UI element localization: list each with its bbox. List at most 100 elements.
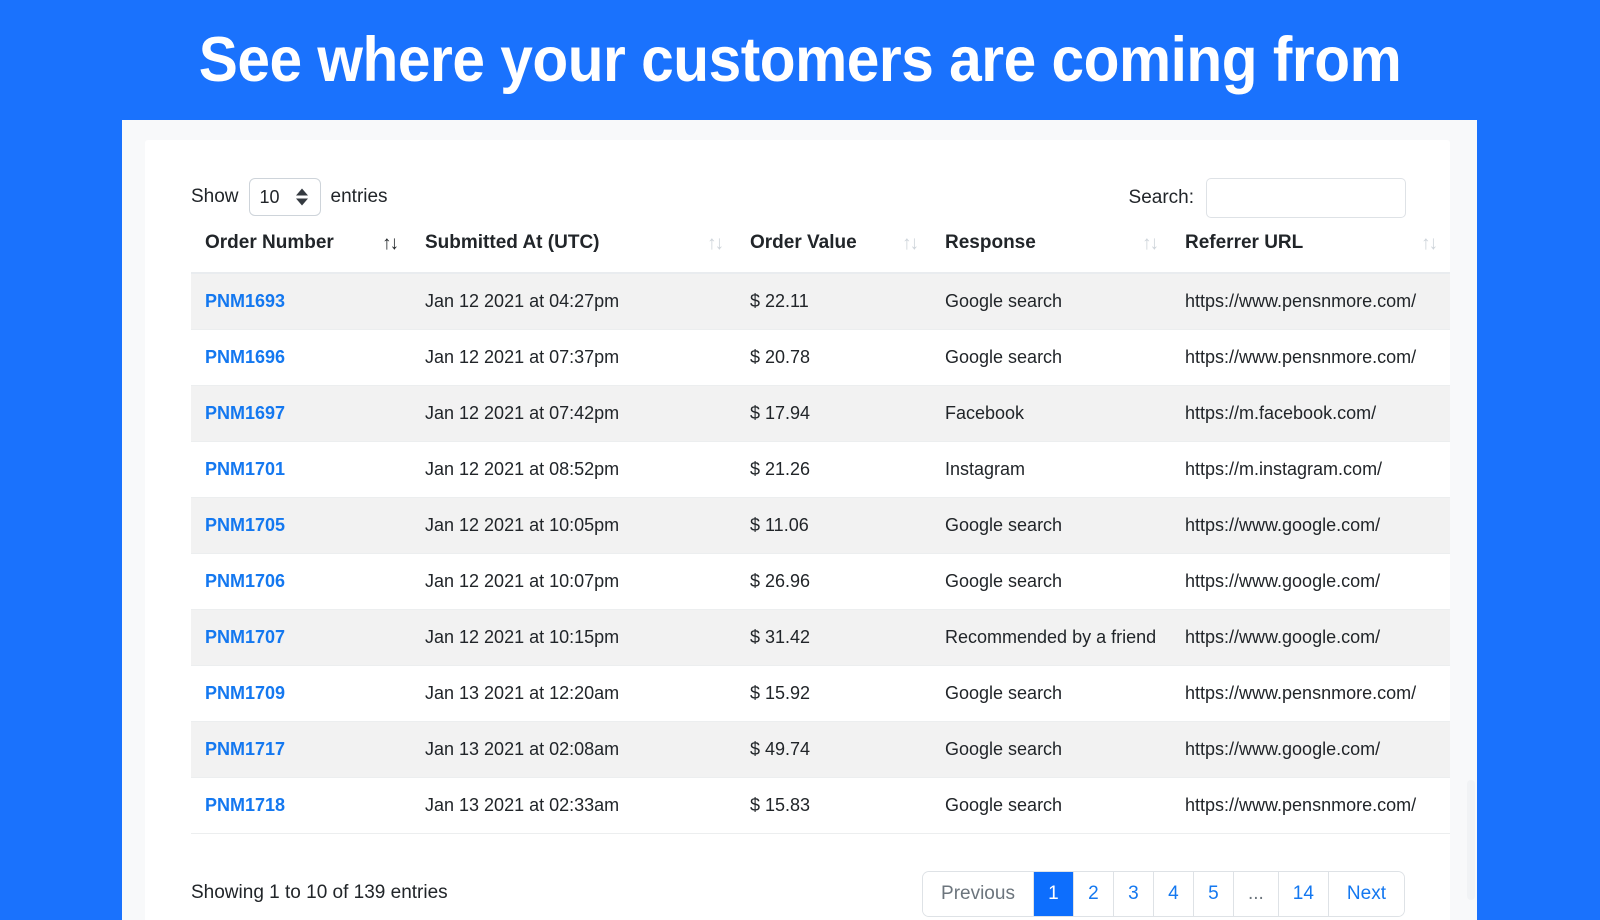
column-header-response[interactable]: Response ↑↓	[931, 220, 1171, 274]
cell-response: Google search	[931, 497, 1171, 554]
cell-response: Google search	[931, 273, 1171, 330]
cell-response: Google search	[931, 777, 1171, 834]
table-row: PNM1693 Jan 12 2021 at 04:27pm $ 22.11 Goog…	[191, 273, 1450, 330]
scrollbar-thumb[interactable]	[1467, 780, 1475, 900]
pagination-button-2[interactable]: 2	[1073, 872, 1114, 916]
cell-submitted-at: Jan 13 2021 at 12:20am	[411, 665, 736, 722]
column-label: Order Value	[750, 232, 857, 253]
column-header-referrer-url[interactable]: Referrer URL ↑↓	[1171, 220, 1450, 274]
entries-info: Showing 1 to 10 of 139 entries	[191, 882, 448, 903]
pagination-button-5[interactable]: 5	[1193, 872, 1234, 916]
cell-order-value: $ 15.92	[736, 665, 931, 722]
cell-order-number: PNM1706	[191, 553, 411, 610]
table-row: PNM1696 Jan 12 2021 at 07:37pm $ 20.78 Goog…	[191, 329, 1450, 386]
order-number-link[interactable]: PNM1709	[205, 683, 285, 703]
table-row: PNM1717 Jan 13 2021 at 02:08am $ 49.74 Goog…	[191, 721, 1450, 778]
cell-referrer-url: https://www.pensnmore.com/	[1171, 273, 1450, 330]
page-frame: Show 10 entries Search: Order Number ↑↓ …	[122, 120, 1477, 920]
cell-submitted-at: Jan 12 2021 at 10:15pm	[411, 609, 736, 666]
entries-length-control: Show 10 entries	[191, 178, 388, 216]
scrollbar-track[interactable]	[1463, 120, 1477, 920]
pagination-button-3[interactable]: 3	[1113, 872, 1154, 916]
sort-updown-icon[interactable]: ↑↓	[707, 234, 724, 253]
cell-submitted-at: Jan 12 2021 at 04:27pm	[411, 273, 736, 330]
cell-submitted-at: Jan 13 2021 at 02:33am	[411, 777, 736, 834]
datatable-body: Show 10 entries Search: Order Number ↑↓ …	[145, 140, 1450, 834]
cell-order-value: $ 22.11	[736, 273, 931, 330]
sort-updown-icon[interactable]: ↑↓	[902, 234, 919, 253]
cell-order-value: $ 11.06	[736, 497, 931, 554]
cell-order-value: $ 21.26	[736, 441, 931, 498]
orders-table: Order Number ↑↓ Submitted At (UTC) ↑↓ Or…	[191, 220, 1450, 834]
cell-order-value: $ 17.94	[736, 385, 931, 442]
cell-referrer-url: https://www.google.com/	[1171, 721, 1450, 778]
cell-response: Google search	[931, 329, 1171, 386]
cell-response: Google search	[931, 665, 1171, 722]
cell-referrer-url: https://www.pensnmore.com/	[1171, 777, 1450, 834]
cell-referrer-url: https://www.pensnmore.com/	[1171, 665, 1450, 722]
table-row: PNM1697 Jan 12 2021 at 07:42pm $ 17.94 Face…	[191, 385, 1450, 442]
table-body: PNM1693 Jan 12 2021 at 04:27pm $ 22.11 Goog…	[191, 273, 1450, 834]
cell-order-value: $ 20.78	[736, 329, 931, 386]
cell-referrer-url: https://www.google.com/	[1171, 497, 1450, 554]
order-number-link[interactable]: PNM1696	[205, 347, 285, 367]
cell-submitted-at: Jan 12 2021 at 07:37pm	[411, 329, 736, 386]
order-number-link[interactable]: PNM1693	[205, 291, 285, 311]
search-control: Search:	[1129, 178, 1406, 218]
pagination-button-next[interactable]: Next	[1328, 872, 1404, 916]
sort-updown-icon[interactable]: ↑↓	[1421, 234, 1438, 253]
cell-submitted-at: Jan 12 2021 at 10:07pm	[411, 553, 736, 610]
datatable-card: Show 10 entries Search: Order Number ↑↓ …	[145, 140, 1450, 920]
order-number-link[interactable]: PNM1707	[205, 627, 285, 647]
table-row: PNM1718 Jan 13 2021 at 02:33am $ 15.83 Goog…	[191, 777, 1450, 834]
entries-label: entries	[330, 186, 388, 207]
cell-order-number: PNM1707	[191, 609, 411, 666]
cell-order-value: $ 26.96	[736, 553, 931, 610]
order-number-link[interactable]: PNM1701	[205, 459, 285, 479]
pagination-button-previous[interactable]: Previous	[923, 872, 1034, 916]
cell-submitted-at: Jan 12 2021 at 07:42pm	[411, 385, 736, 442]
table-footer: Showing 1 to 10 of 139 entries Previous 1…	[145, 860, 1450, 920]
table-row: PNM1706 Jan 12 2021 at 10:07pm $ 26.96 Goog…	[191, 553, 1450, 610]
pagination: Previous 1 2 3 4 5... 14 Next	[923, 872, 1404, 916]
order-number-link[interactable]: PNM1718	[205, 795, 285, 815]
cell-order-value: $ 31.42	[736, 609, 931, 666]
column-header-order-value[interactable]: Order Value ↑↓	[736, 220, 931, 274]
pagination-button-4[interactable]: 4	[1153, 872, 1194, 916]
column-label: Order Number	[205, 232, 334, 253]
cell-order-number: PNM1701	[191, 441, 411, 498]
entries-per-page-select[interactable]: 10	[248, 178, 321, 216]
cell-response: Google search	[931, 553, 1171, 610]
column-label: Referrer URL	[1185, 232, 1304, 253]
column-label: Response	[945, 232, 1036, 253]
order-number-link[interactable]: PNM1705	[205, 515, 285, 535]
sort-updown-icon[interactable]: ↑↓	[382, 234, 399, 253]
search-input[interactable]	[1206, 178, 1406, 218]
cell-order-number: PNM1696	[191, 329, 411, 386]
table-row: PNM1709 Jan 13 2021 at 12:20am $ 15.92 Goog…	[191, 665, 1450, 722]
cell-order-number: PNM1693	[191, 273, 411, 330]
cell-referrer-url: https://www.google.com/	[1171, 553, 1450, 610]
order-number-link[interactable]: PNM1706	[205, 571, 285, 591]
cell-submitted-at: Jan 13 2021 at 02:08am	[411, 721, 736, 778]
cell-order-number: PNM1709	[191, 665, 411, 722]
cell-order-number: PNM1705	[191, 497, 411, 554]
cell-referrer-url: https://www.pensnmore.com/	[1171, 329, 1450, 386]
cell-referrer-url: https://www.google.com/	[1171, 609, 1450, 666]
cell-response: Facebook	[931, 385, 1171, 442]
cell-submitted-at: Jan 12 2021 at 10:05pm	[411, 497, 736, 554]
sort-updown-icon[interactable]: ↑↓	[1142, 234, 1159, 253]
column-header-submitted-at[interactable]: Submitted At (UTC) ↑↓	[411, 220, 736, 274]
order-number-link[interactable]: PNM1697	[205, 403, 285, 423]
show-label: Show	[191, 186, 239, 207]
cell-order-value: $ 49.74	[736, 721, 931, 778]
column-header-order-number[interactable]: Order Number ↑↓	[191, 220, 411, 274]
order-number-link[interactable]: PNM1717	[205, 739, 285, 759]
table-row: PNM1701 Jan 12 2021 at 08:52pm $ 21.26 Inst…	[191, 441, 1450, 498]
cell-response: Instagram	[931, 441, 1171, 498]
pagination-button-1[interactable]: 1	[1033, 872, 1074, 916]
pagination-button-14[interactable]: 14	[1278, 872, 1329, 916]
cell-order-number: PNM1718	[191, 777, 411, 834]
cell-order-number: PNM1717	[191, 721, 411, 778]
cell-referrer-url: https://m.facebook.com/	[1171, 385, 1450, 442]
